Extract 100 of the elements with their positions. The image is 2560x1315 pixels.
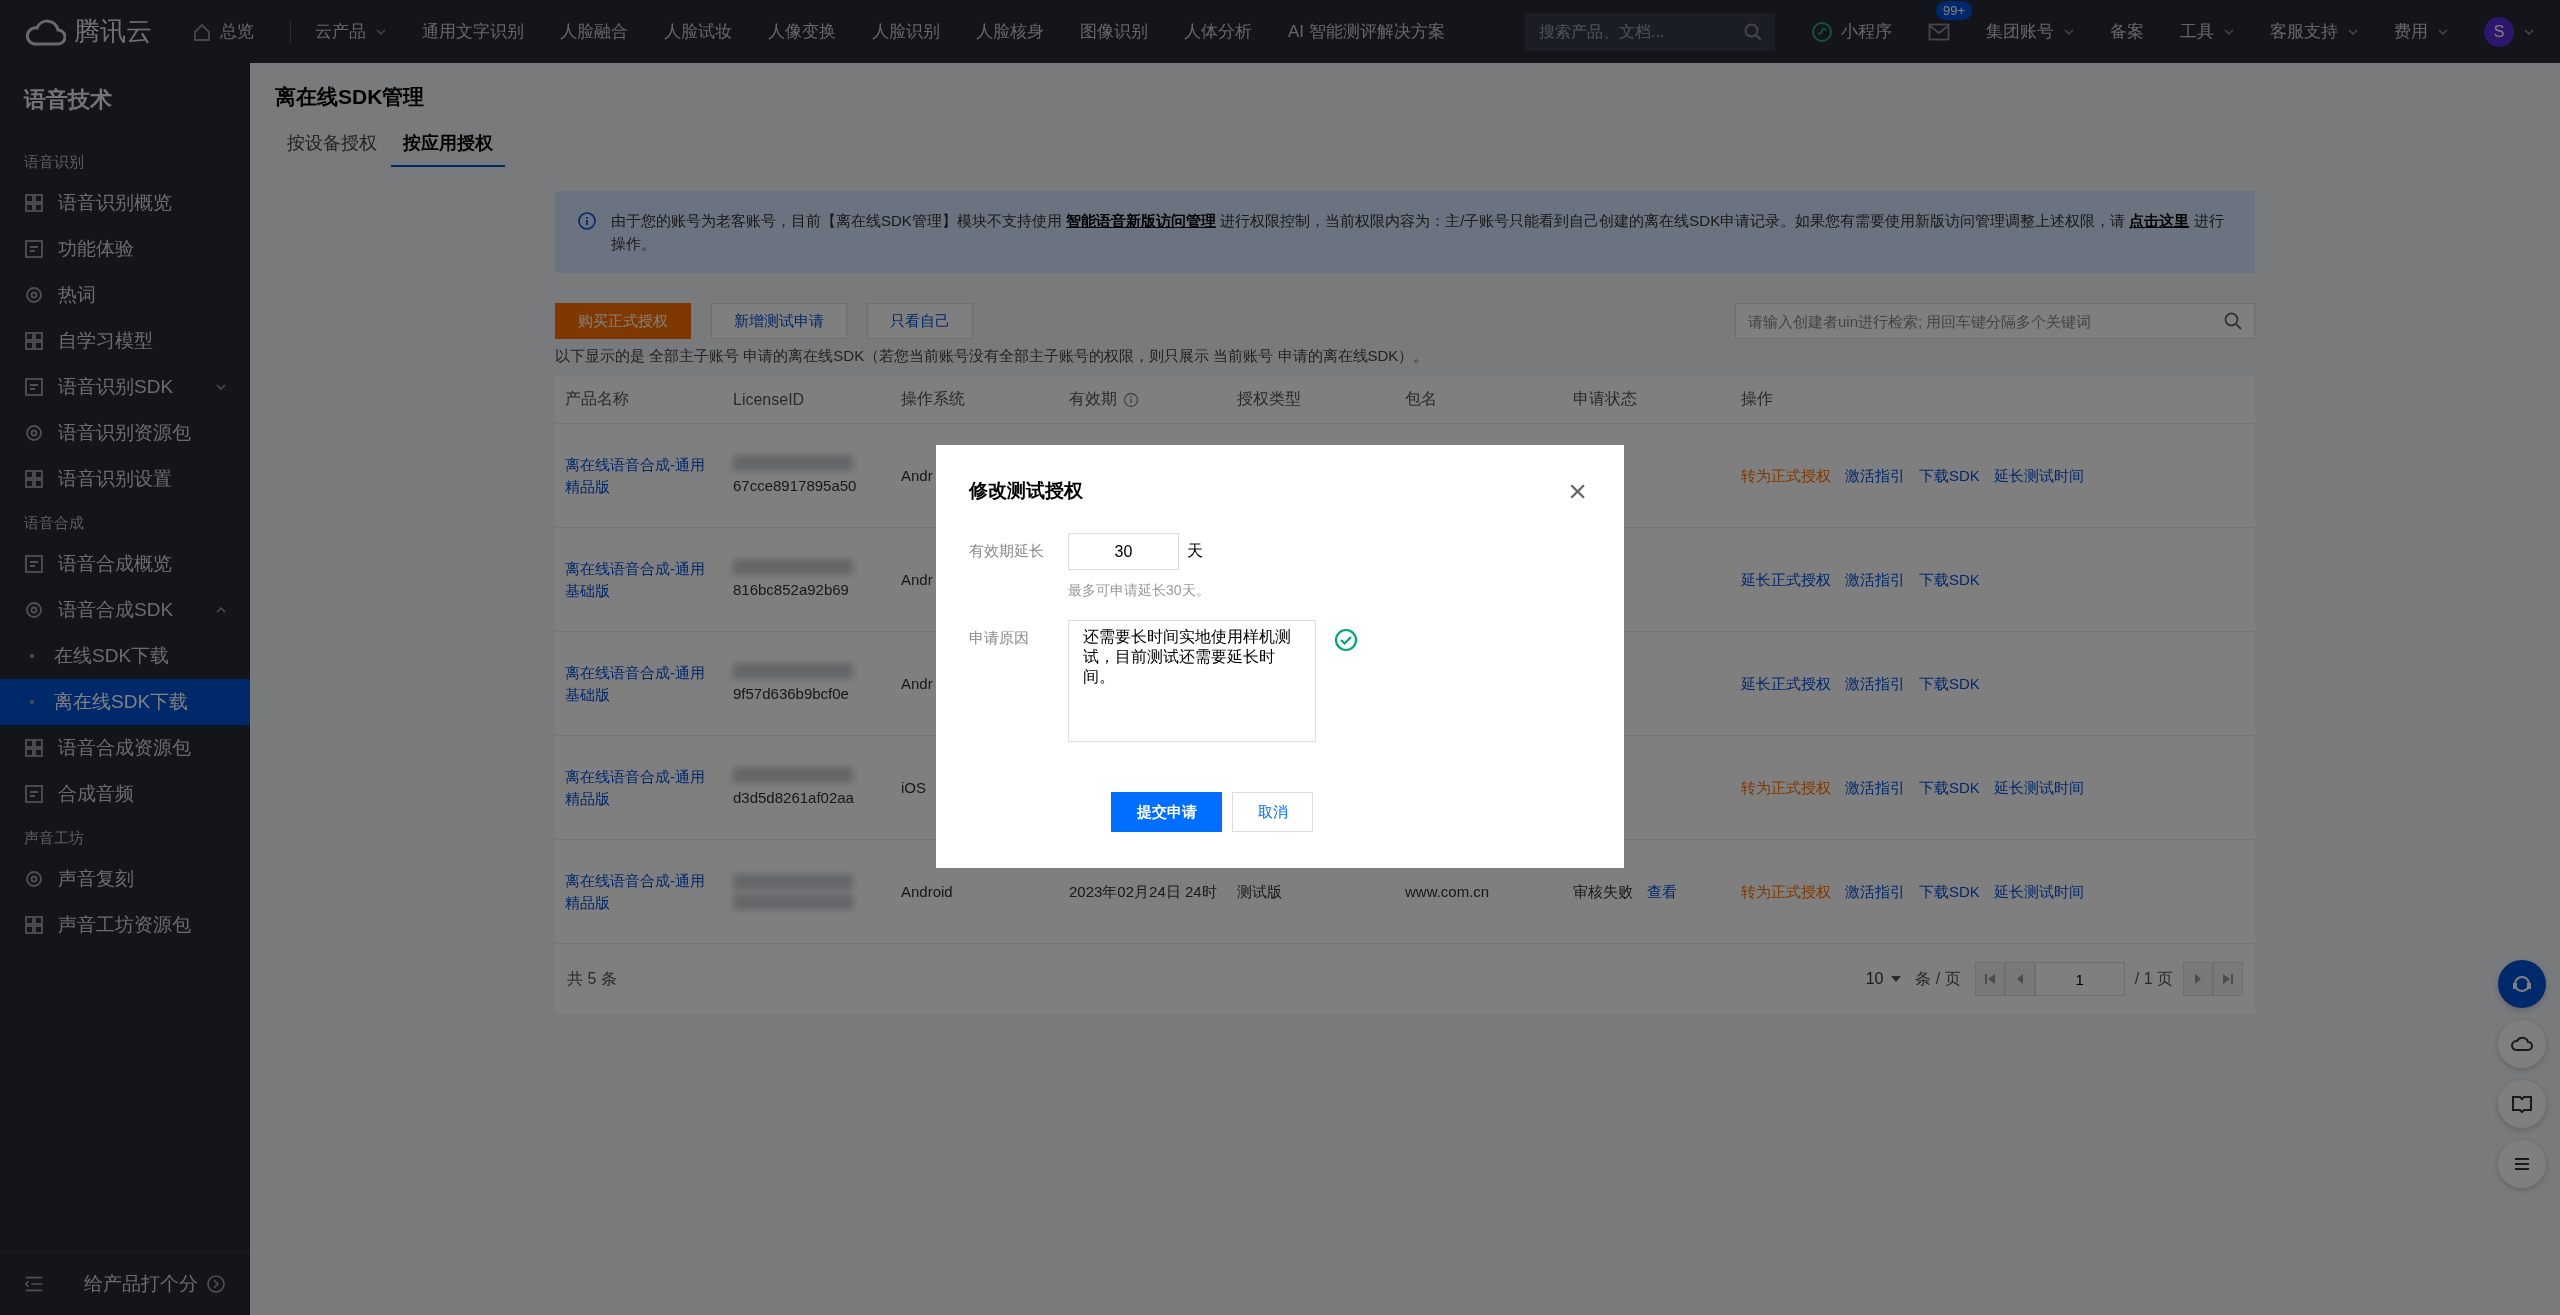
caret-icon [2524,28,2534,35]
nav-link[interactable]: AI 智能测评解决方案 [1288,20,1445,43]
chevron-up-icon [216,607,226,613]
action-link[interactable]: 激活指引 [1845,568,1905,591]
menu-icon [24,554,44,574]
status-text: 审核失败 [1573,881,1633,902]
action-link[interactable]: 下载SDK [1919,776,1980,799]
next-page-button[interactable] [2183,962,2213,996]
action-link[interactable]: 延长测试时间 [1993,776,2084,799]
mini-program-icon [1811,20,1833,43]
home-link[interactable]: 总览 [192,20,254,43]
page-size-select[interactable]: 10 [1865,970,1902,988]
hint-text: 最多可申请延长30天。 [1068,582,1211,600]
days-input[interactable]: 30 [1068,533,1179,570]
table-cell-text: Andr [901,465,934,486]
nav-link[interactable]: 人像变换 [768,20,836,43]
nav-link[interactable]: 人脸识别 [872,20,940,43]
action-link[interactable]: 延长测试时间 [1993,880,2084,903]
action-link[interactable]: 转为正式授权 [1741,880,1831,903]
sidebar-item[interactable]: 语音合成资源包 [0,725,250,771]
floating-button[interactable] [2498,960,2546,1008]
page-number-field[interactable]: 1 [2034,962,2125,996]
previous-page-button[interactable] [2004,962,2035,996]
table-cell-text: 测试版 [1237,881,1283,902]
action-link[interactable]: 延长正式授权 [1741,672,1831,695]
notice-link[interactable]: 点击这里 [2129,212,2190,229]
table-cell-text: www.com.cn [1405,881,1491,902]
action-link[interactable]: 延长正式授权 [1741,568,1831,591]
products-menu[interactable]: 云产品 [315,20,386,43]
floating-button[interactable] [2498,1080,2546,1128]
sidebar-item[interactable]: 语音识别设置 [0,456,250,502]
avatar[interactable]: S [2484,16,2514,47]
table-cell-text: 2023年02月24日 24时 [1069,881,1217,902]
notice-link[interactable]: 智能语音新版访问管理 [1066,212,1216,229]
sidebar-item[interactable]: 合成音频 [0,771,250,817]
sidebar-item[interactable]: 离在线SDK下载 [0,679,250,725]
action-link[interactable]: 下载SDK [1919,880,1980,903]
action-link[interactable]: 下载SDK [1919,568,1980,591]
sidebar-item[interactable]: 热词 [0,272,250,318]
product-link[interactable]: 离在线语音合成-通用基础版 [565,557,713,602]
nav-link[interactable]: 人体分析 [1184,20,1252,43]
action-link[interactable]: 激活指引 [1845,776,1905,799]
last-page-button[interactable] [2213,962,2243,996]
nav-link[interactable]: 人脸试妆 [664,20,732,43]
rate-product-link[interactable]: 给产品打个分 [84,1271,226,1297]
action-link[interactable]: 延长测试时间 [1993,464,2084,487]
menu-icon [24,600,44,620]
first-page-button[interactable] [1974,962,2005,996]
action-link[interactable]: 转为正式授权 [1741,464,1831,487]
table-cell-text: iOS [901,777,927,798]
sidebar-item[interactable]: 语音合成概览 [0,541,250,587]
reason-field[interactable]: 还需要长时间实地使用样机测试，目前测试还需要延长时间。 [1068,620,1316,742]
sidebar-item[interactable]: 声音工坊资源包 [0,902,250,948]
license-id: 67cce8917895a50 [733,475,858,496]
nav-menu[interactable]: 费用 [2394,20,2448,43]
floating-button[interactable] [2498,1020,2546,1068]
toolbar-button[interactable]: 购买正式授权 [555,303,691,339]
nav-link[interactable]: 图像识别 [1080,20,1148,43]
product-link[interactable]: 离在线语音合成-通用精品版 [565,453,713,498]
sidebar-item[interactable]: 功能体验 [0,226,250,272]
toolbar-button[interactable]: 新增测试申请 [711,303,847,339]
action-link[interactable]: 下载SDK [1919,464,1980,487]
sidebar-item[interactable]: 语音识别概览 [0,180,250,226]
nav-menu[interactable]: 集团账号 [1986,20,2074,43]
sidebar-item[interactable]: 语音识别资源包 [0,410,250,456]
nav-link[interactable]: 备案 [2110,20,2144,43]
mail-icon [1928,22,1950,41]
submit-button[interactable]: 提交申请 [1111,792,1222,832]
action-link[interactable]: 激活指引 [1845,880,1905,903]
nav-menu[interactable]: 客服支持 [2270,20,2358,43]
chevron-down-icon [216,384,226,390]
action-link[interactable]: 下载SDK [1919,672,1980,695]
menu-icon [24,469,44,489]
sidebar-item[interactable]: 在线SDK下载 [0,633,250,679]
mini-program-link[interactable]: 小程序 [1811,20,1892,43]
nav-menu[interactable]: 工具 [2180,20,2234,43]
unread-badge: 99+ [1936,0,1973,20]
nav-link[interactable]: 人脸核身 [976,20,1044,43]
action-link[interactable]: 转为正式授权 [1741,776,1831,799]
floating-button[interactable] [2498,1140,2546,1188]
sidebar-item[interactable]: 语音合成SDK [0,587,250,633]
nav-link[interactable]: 人脸融合 [560,20,628,43]
sidebar-item[interactable]: 语音识别SDK [0,364,250,410]
sidebar-item[interactable]: 自学习模型 [0,318,250,364]
view-link[interactable]: 查看 [1647,880,1677,903]
action-link[interactable]: 激活指引 [1845,464,1905,487]
tab[interactable]: 按应用授权 [391,125,505,167]
search-field[interactable]: 请输入创建者uin进行检索; 用回车键分隔多个关键词 [1735,303,2255,339]
field-label: 有效期延长 [969,542,1045,561]
toolbar-button[interactable]: 只看自己 [867,303,973,339]
action-link[interactable]: 激活指引 [1845,672,1905,695]
tab[interactable]: 按设备授权 [275,125,389,167]
sidebar-item[interactable]: 声音复刻 [0,856,250,902]
cancel-button[interactable]: 取消 [1232,792,1313,832]
product-link[interactable]: 离在线语音合成-通用精品版 [565,765,713,810]
product-link[interactable]: 离在线语音合成-通用基础版 [565,661,713,706]
field-label: 申请原因 [969,628,1030,648]
close-button[interactable]: × [1564,475,1591,507]
product-link[interactable]: 离在线语音合成-通用精品版 [565,869,713,914]
nav-link[interactable]: 通用文字识别 [422,20,524,43]
